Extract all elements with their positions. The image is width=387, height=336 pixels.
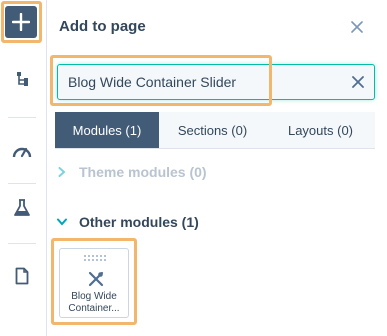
search-field[interactable] (57, 64, 375, 100)
tab-bar: Modules (1) Sections (0) Layouts (0) (55, 112, 375, 149)
chevron-down-icon (57, 217, 67, 227)
search-input[interactable] (68, 65, 338, 99)
left-rail (0, 0, 47, 336)
panel-title: Add to page (59, 18, 146, 35)
tab-sections[interactable]: Sections (0) (159, 112, 266, 148)
close-icon (351, 21, 363, 33)
close-button[interactable] (347, 17, 367, 37)
section-label: Theme modules (0) (79, 164, 207, 180)
theme-modules-section[interactable]: Theme modules (0) (57, 164, 207, 180)
speedometer-icon[interactable] (12, 141, 32, 161)
tools-icon (88, 271, 104, 287)
module-card-label: Blog Wide Container... (68, 291, 120, 314)
rail-divider (8, 243, 36, 244)
rail-divider (8, 183, 36, 184)
module-card[interactable]: Blog Wide Container... (59, 248, 129, 318)
tab-layouts[interactable]: Layouts (0) (266, 112, 375, 148)
drag-handle-icon (84, 255, 106, 261)
tree-structure-icon[interactable] (12, 69, 32, 89)
add-button[interactable] (5, 6, 37, 38)
rail-divider (8, 117, 36, 118)
flask-icon[interactable] (12, 198, 32, 218)
chevron-right-icon (57, 167, 67, 177)
document-icon[interactable] (12, 266, 32, 286)
clear-icon (352, 76, 364, 88)
clear-search-button[interactable] (350, 74, 366, 90)
plus-icon (12, 13, 30, 31)
tab-modules[interactable]: Modules (1) (55, 112, 159, 148)
other-modules-section[interactable]: Other modules (1) (57, 214, 199, 230)
add-to-page-panel: Add to page Modules (1) Sections (0) Lay… (47, 0, 387, 336)
section-label: Other modules (1) (79, 214, 199, 230)
